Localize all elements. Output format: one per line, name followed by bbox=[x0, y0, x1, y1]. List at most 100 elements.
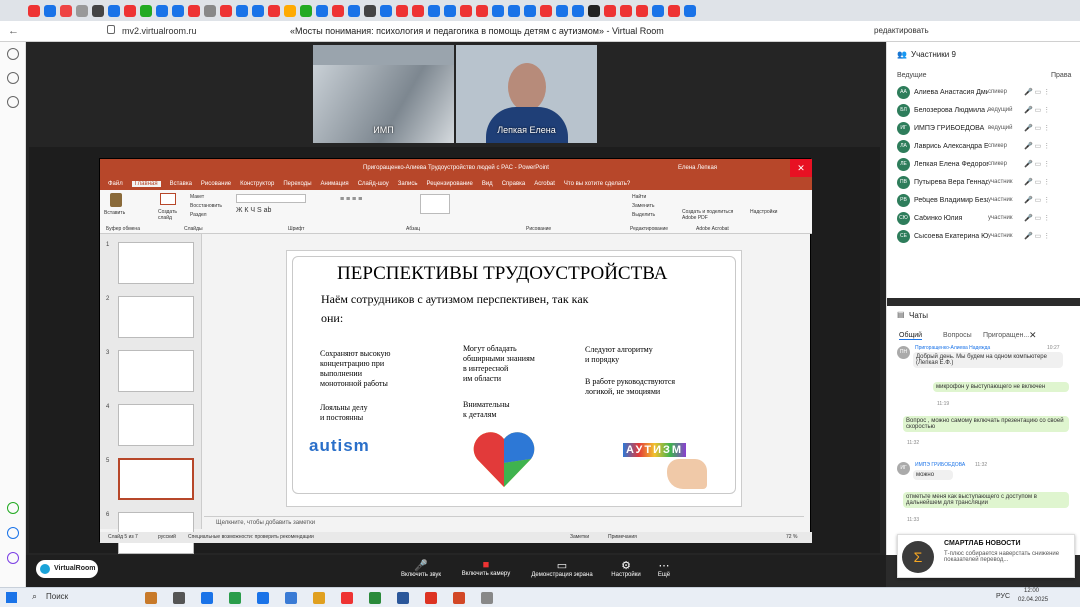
chat-tab-private[interactable]: Пригоращен... bbox=[983, 332, 1029, 339]
back-icon[interactable]: ← bbox=[8, 25, 19, 37]
ribbon-tab[interactable]: Рисование bbox=[201, 181, 231, 187]
slide-thumbnail[interactable] bbox=[118, 458, 194, 500]
participant-row[interactable]: БЛ Белозерова Людмила А...ведущий 🎤 ▭ ⋮ bbox=[897, 101, 1080, 119]
history-icon[interactable] bbox=[7, 48, 19, 60]
browser-tab-icon[interactable] bbox=[380, 4, 392, 17]
participant-row[interactable]: ИГ ИМПЭ ГРИБОЕДОВА ведущий 🎤 ▭ ⋮ bbox=[897, 119, 1080, 137]
settings-button[interactable]: ⚙ Настройки bbox=[606, 559, 646, 578]
browser-tab-icon[interactable] bbox=[44, 4, 56, 17]
layout-button[interactable]: Макет bbox=[190, 194, 204, 200]
participant-row[interactable]: РВ Ребцев Владимир Безан...участник 🎤 ▭ ⋮ bbox=[897, 191, 1080, 209]
taskbar-app-icon[interactable] bbox=[425, 592, 437, 604]
close-icon[interactable]: ✕ bbox=[1029, 330, 1037, 341]
ribbon-tab[interactable]: Вид bbox=[482, 181, 493, 187]
browser-tab-icon[interactable] bbox=[636, 4, 648, 17]
zoom-level[interactable]: 72 % bbox=[786, 532, 797, 543]
app-icon[interactable] bbox=[7, 502, 19, 514]
accessibility[interactable]: Специальные возможности: проверить реком… bbox=[188, 532, 314, 543]
format-buttons[interactable]: Ж К Ч S ab bbox=[236, 207, 271, 214]
browser-tab-icon[interactable] bbox=[412, 4, 424, 17]
mic-icon[interactable]: 🎤 ▭ ⋮ bbox=[1024, 142, 1050, 150]
slide-thumbnail[interactable] bbox=[118, 350, 194, 392]
browser-tab-icon[interactable] bbox=[252, 4, 264, 17]
reset-button[interactable]: Восстановить bbox=[190, 203, 222, 209]
mic-icon[interactable]: 🎤 ▭ ⋮ bbox=[1024, 88, 1050, 96]
taskbar-app-icon[interactable] bbox=[341, 592, 353, 604]
news-notification[interactable]: Σ СМАРТЛАБ НОВОСТИ Т-плюс собирается нав… bbox=[897, 534, 1075, 578]
ribbon-tab[interactable]: Запись bbox=[398, 181, 418, 187]
ribbon-tab[interactable]: Рецензирование bbox=[426, 181, 472, 187]
para-buttons[interactable]: ≡ ≡ ≡ ≡ bbox=[340, 196, 362, 203]
browser-tab-icon[interactable] bbox=[668, 4, 680, 17]
browser-tab-icon[interactable] bbox=[476, 4, 488, 17]
taskbar-app-icon[interactable] bbox=[145, 592, 157, 604]
browser-tab-icon[interactable] bbox=[332, 4, 344, 17]
browser-tab-icon[interactable] bbox=[92, 4, 104, 17]
paste-button[interactable]: Вставить bbox=[104, 210, 125, 216]
taskbar-search[interactable]: Поиск bbox=[46, 592, 68, 601]
comments-button[interactable]: Примечания bbox=[608, 532, 637, 543]
browser-tab-icon[interactable] bbox=[220, 4, 232, 17]
ribbon-tab[interactable]: Анимация bbox=[321, 181, 349, 187]
browser-tab-icon[interactable] bbox=[572, 4, 584, 17]
screen-share-button[interactable]: ▭ Демонстрация экрана bbox=[526, 559, 598, 578]
participant-row[interactable]: ЛА Лаврись Александра Евген...спикер 🎤 ▭ ⋮ bbox=[897, 137, 1080, 155]
browser-tab-icon[interactable] bbox=[556, 4, 568, 17]
browser-tab-icon[interactable] bbox=[28, 4, 40, 17]
participant-row[interactable]: ПВ Путырева Вера Геннадье...участник 🎤 ▭ ⋮ bbox=[897, 173, 1080, 191]
mic-icon[interactable]: 🎤 ▭ ⋮ bbox=[1024, 160, 1050, 168]
lang-indicator[interactable]: РУС bbox=[996, 593, 1010, 600]
taskbar-app-icon[interactable] bbox=[201, 592, 213, 604]
browser-tab-icon[interactable] bbox=[284, 4, 296, 17]
more-button[interactable]: ⋯ Ещё bbox=[650, 559, 678, 578]
chat-tab-general[interactable]: Общий bbox=[899, 332, 923, 340]
ribbon-tab[interactable]: Что вы хотите сделать? bbox=[564, 181, 630, 187]
taskbar-app-icon[interactable] bbox=[173, 592, 185, 604]
browser-tab-icon[interactable] bbox=[684, 4, 696, 17]
create-pdf-button[interactable]: Создать и поделиться Adobe PDF bbox=[682, 209, 742, 221]
browser-tab-icon[interactable] bbox=[460, 4, 472, 17]
paste-icon[interactable] bbox=[110, 193, 122, 207]
replace-button[interactable]: Заменить bbox=[632, 203, 654, 209]
browser-tab-icon[interactable] bbox=[492, 4, 504, 17]
ribbon-tab[interactable]: Конструктор bbox=[240, 181, 274, 187]
ribbon-tab[interactable]: Слайд-шоу bbox=[358, 181, 389, 187]
browser-tab-icon[interactable] bbox=[444, 4, 456, 17]
ribbon-tab[interactable]: Главная bbox=[131, 180, 161, 187]
browser-tab-icon[interactable] bbox=[268, 4, 280, 17]
mic-icon[interactable]: 🎤 ▭ ⋮ bbox=[1024, 214, 1050, 222]
close-icon[interactable]: ✕ bbox=[790, 159, 812, 177]
addins-button[interactable]: Надстройки bbox=[750, 209, 777, 215]
browser-tab-icon[interactable] bbox=[76, 4, 88, 17]
video-tile-imp[interactable]: ИМП bbox=[313, 45, 454, 143]
taskbar-app-icon[interactable] bbox=[453, 592, 465, 604]
browser-tab-icon[interactable] bbox=[348, 4, 360, 17]
browser-tab-icon[interactable] bbox=[300, 4, 312, 17]
browser-tab-icon[interactable] bbox=[156, 4, 168, 17]
mic-icon[interactable]: 🎤 ▭ ⋮ bbox=[1024, 178, 1050, 186]
browser-tab-icon[interactable] bbox=[524, 4, 536, 17]
camera-button[interactable]: ■ Включить камеру bbox=[456, 559, 516, 577]
participant-row[interactable]: СЕ Сысоева Екатерина Юрь...участник 🎤 ▭ ⋮ bbox=[897, 227, 1080, 245]
ribbon-tab[interactable]: Переходы bbox=[283, 181, 311, 187]
video-tile-speaker[interactable]: Лепкая Елена bbox=[456, 45, 597, 143]
participant-row[interactable]: АА Алиева Анастасия Дмитри...спикер 🎤 ▭ ⋮ bbox=[897, 83, 1080, 101]
search-icon[interactable]: ⌕ bbox=[32, 591, 37, 602]
ribbon-tab[interactable]: Вставка bbox=[170, 181, 192, 187]
bookmark-icon[interactable] bbox=[7, 72, 19, 84]
browser-tab-icon[interactable] bbox=[140, 4, 152, 17]
current-slide[interactable]: ПЕРСПЕКТИВЫ ТРУДОУСТРОЙСТВА Наём сотрудн… bbox=[286, 250, 742, 507]
ribbon-tab[interactable]: Acrobat bbox=[534, 181, 555, 187]
mic-icon[interactable]: 🎤 ▭ ⋮ bbox=[1024, 232, 1050, 240]
browser-tab-icon[interactable] bbox=[508, 4, 520, 17]
mic-icon[interactable]: 🎤 ▭ ⋮ bbox=[1024, 106, 1050, 114]
url-text[interactable]: mv2.virtualroom.ru bbox=[122, 26, 197, 36]
select-button[interactable]: Выделить bbox=[632, 212, 655, 218]
font-box[interactable] bbox=[236, 194, 306, 203]
browser-tab-icon[interactable] bbox=[172, 4, 184, 17]
browser-tab-icon[interactable] bbox=[652, 4, 664, 17]
browser-tab-icon[interactable] bbox=[620, 4, 632, 17]
taskbar-app-icon[interactable] bbox=[257, 592, 269, 604]
browser-tab-icon[interactable] bbox=[124, 4, 136, 17]
ribbon-tab[interactable]: Файл bbox=[108, 181, 123, 187]
